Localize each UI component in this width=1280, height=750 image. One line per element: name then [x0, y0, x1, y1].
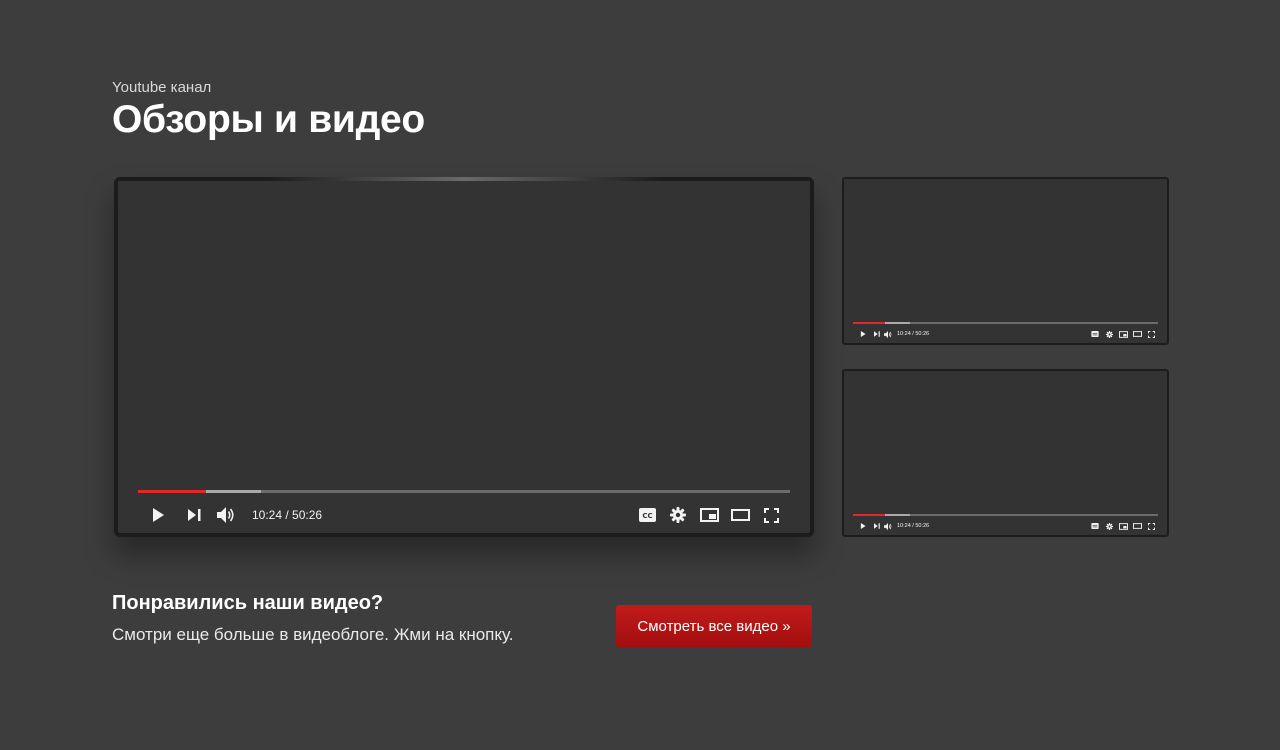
volume-button[interactable] — [883, 520, 893, 532]
main-video-player[interactable]: 10:24 / 50:26 CC — [114, 177, 814, 537]
fullscreen-icon — [763, 507, 779, 523]
theater-button[interactable] — [1131, 520, 1143, 532]
next-icon — [874, 331, 880, 337]
play-button[interactable] — [858, 328, 868, 340]
settings-button[interactable] — [665, 501, 691, 529]
progress-bar[interactable] — [853, 322, 1158, 324]
time-display: 10:24 / 50:26 — [897, 331, 930, 337]
miniplayer-button[interactable] — [1117, 328, 1129, 340]
player-controls: 10:24 / 50:26 — [858, 328, 1157, 340]
theater-icon — [1132, 331, 1142, 337]
progress-bar[interactable] — [138, 490, 790, 493]
fullscreen-icon — [1147, 330, 1155, 338]
thumb-video-player[interactable]: 10:24 / 50:26 — [842, 177, 1169, 345]
play-icon — [860, 331, 866, 337]
volume-icon — [884, 522, 892, 530]
player-controls: 10:24 / 50:26 CC — [144, 501, 784, 529]
cta-title: Понравились наши видео? — [112, 592, 384, 614]
progress-played — [853, 514, 885, 516]
volume-icon — [217, 507, 234, 523]
captions-button[interactable] — [1089, 328, 1101, 340]
play-icon — [153, 508, 164, 522]
volume-icon — [884, 330, 892, 338]
theater-icon — [730, 509, 750, 521]
time-display: 10:24 / 50:26 — [252, 508, 323, 522]
eyebrow-label: Youtube канал — [112, 79, 212, 96]
miniplayer-icon — [699, 508, 719, 522]
theater-button[interactable] — [1131, 328, 1143, 340]
captions-icon: CC — [638, 508, 656, 522]
next-icon — [187, 509, 200, 521]
page-title: Обзоры и видео — [112, 98, 425, 141]
volume-button[interactable] — [883, 328, 893, 340]
play-icon — [860, 523, 866, 529]
player-controls: 10:24 / 50:26 — [858, 520, 1157, 532]
volume-button[interactable] — [212, 501, 240, 529]
settings-button[interactable] — [1103, 520, 1115, 532]
theater-button[interactable] — [727, 501, 753, 529]
next-icon — [874, 523, 880, 529]
gear-icon — [1105, 330, 1113, 338]
time-display: 10:24 / 50:26 — [897, 523, 930, 529]
captions-icon — [1091, 331, 1099, 337]
progress-bar[interactable] — [853, 514, 1158, 516]
next-button[interactable] — [872, 328, 882, 340]
thumb-video-player[interactable]: 10:24 / 50:26 — [842, 369, 1169, 537]
fullscreen-button[interactable] — [1145, 328, 1157, 340]
fullscreen-icon — [1147, 522, 1155, 530]
progress-played — [853, 322, 885, 324]
next-button[interactable] — [180, 501, 208, 529]
fullscreen-button[interactable] — [758, 501, 784, 529]
next-button[interactable] — [872, 520, 882, 532]
theater-icon — [1132, 523, 1142, 529]
captions-icon — [1091, 523, 1099, 529]
watch-all-videos-button[interactable]: Смотреть все видео » — [616, 605, 812, 647]
gear-icon — [1105, 522, 1113, 530]
cta-text: Смотри еще больше в видеоблоге. Жми на к… — [112, 625, 514, 644]
progress-played — [138, 490, 206, 493]
miniplayer-button[interactable] — [1117, 520, 1129, 532]
play-button[interactable] — [144, 501, 172, 529]
miniplayer-icon — [1118, 330, 1128, 338]
settings-button[interactable] — [1103, 328, 1115, 340]
gear-icon — [670, 507, 686, 523]
captions-button[interactable] — [1089, 520, 1101, 532]
miniplayer-button[interactable] — [696, 501, 722, 529]
play-button[interactable] — [858, 520, 868, 532]
miniplayer-icon — [1118, 522, 1128, 530]
captions-button[interactable]: CC — [634, 501, 660, 529]
fullscreen-button[interactable] — [1145, 520, 1157, 532]
svg-text:CC: CC — [642, 512, 652, 520]
